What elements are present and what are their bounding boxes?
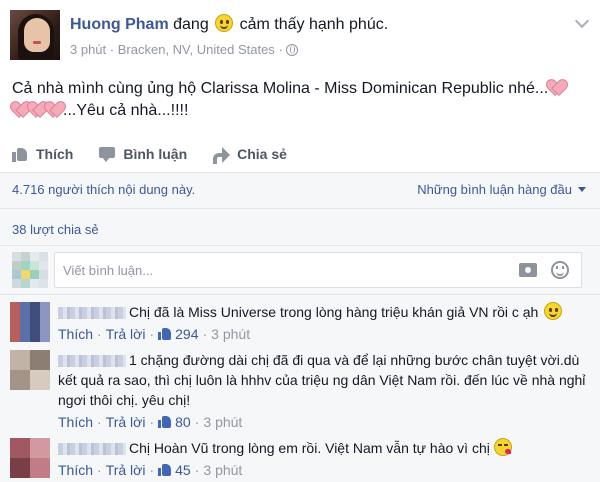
commenter-name[interactable] [58, 307, 126, 320]
thumbs-up-icon [158, 463, 172, 476]
post-text-line2: ...Yêu cả nhà...!!!! [63, 102, 189, 119]
commenter-avatar[interactable] [10, 350, 50, 390]
comment-like-link[interactable]: Thích [58, 462, 93, 478]
comment-time[interactable]: 3 phút [203, 462, 242, 478]
comment-text: Chị đã là Miss Universe trong lòng hàng … [129, 304, 539, 320]
kiss-emoji-icon [493, 438, 512, 456]
viewer-avatar [12, 252, 48, 288]
comment-button[interactable]: Bình luận [99, 140, 187, 168]
divider [0, 294, 600, 295]
comment-like-count[interactable]: 45 [175, 462, 191, 478]
heart-icon [548, 79, 564, 95]
thumbs-up-icon [12, 146, 28, 162]
caret-down-icon [578, 187, 586, 192]
author-avatar[interactable] [10, 10, 60, 60]
post-time[interactable]: 3 phút [70, 42, 106, 57]
comment-input[interactable] [63, 259, 503, 281]
commenter-name[interactable] [58, 443, 126, 456]
commenter-name[interactable] [58, 355, 126, 368]
post-text: Cả nhà mình cùng ủng hộ Clarissa Molina … [12, 78, 588, 122]
divider [0, 208, 600, 209]
author-name[interactable]: Huong Pham [70, 16, 169, 33]
comment-composer[interactable] [54, 252, 582, 288]
heart-icon [29, 101, 45, 117]
comment-time[interactable]: 3 phút [211, 326, 250, 342]
comment-text: 1 chặng đường dài chị đã đi qua và để lạ… [58, 352, 586, 408]
share-button[interactable]: Chia sẻ [213, 140, 287, 168]
thumbs-up-icon [158, 415, 172, 428]
comment-meta: Thích · Trả lời · 45 · 3 phút [58, 462, 243, 478]
likes-count[interactable]: 4.716 người thích nội dung này. [12, 182, 195, 197]
comment-meta: Thích · Trả lời · 294 · 3 phút [58, 326, 251, 342]
comment-reply-link[interactable]: Trả lời [106, 326, 146, 342]
comment-like-count[interactable]: 80 [175, 414, 191, 430]
comment-meta: Thích · Trả lời · 80 · 3 phút [58, 414, 243, 430]
post-text-line1: Cả nhà mình cùng ủng hộ Clarissa Molina … [12, 80, 549, 97]
like-button[interactable]: Thích [12, 140, 73, 168]
smile-emoji-icon [544, 302, 563, 320]
shares-count[interactable]: 38 lượt chia sẻ [12, 222, 99, 237]
comment-label: Bình luận [123, 146, 188, 162]
feeling-prefix: đang [173, 16, 209, 33]
post-location[interactable]: Bracken, NV, United States [118, 42, 275, 57]
meta-separator: · [109, 42, 115, 57]
comment-reply-link[interactable]: Trả lời [106, 414, 146, 430]
chevron-down-icon[interactable] [574, 16, 588, 30]
heart-icon [12, 101, 28, 117]
comment-like-link[interactable]: Thích [58, 326, 93, 342]
post-header: Huong Pham đang cảm thấy hạnh phúc. 3 ph… [10, 10, 590, 60]
emoji-picker-icon[interactable] [551, 261, 569, 279]
sort-label: Những bình luận hàng đầu [417, 182, 572, 197]
thumbs-up-icon [158, 327, 172, 340]
comment-like-count[interactable]: 294 [175, 326, 198, 342]
divider [0, 245, 600, 246]
globe-icon[interactable] [286, 44, 299, 56]
divider [0, 172, 600, 173]
share-label: Chia sẻ [237, 146, 287, 162]
comment-body: 1 chặng đường dài chị đã đi qua và để lạ… [58, 350, 588, 432]
comment-body: Chị đã là Miss Universe trong lòng hàng … [58, 302, 588, 344]
facebook-post: Huong Pham đang cảm thấy hạnh phúc. 3 ph… [0, 0, 600, 482]
heart-icon [46, 101, 62, 117]
comment-like-link[interactable]: Thích [58, 414, 93, 430]
feeling-text: cảm thấy hạnh phúc. [239, 16, 389, 33]
post-actions: Thích Bình luận Chia sẻ [12, 140, 313, 168]
smile-emoji-icon [215, 14, 234, 32]
meta-separator-2: · [278, 42, 283, 57]
like-label: Thích [36, 146, 74, 162]
comment-sort-dropdown[interactable]: Những bình luận hàng đầu [417, 182, 586, 197]
comment-time[interactable]: 3 phút [203, 414, 242, 430]
comment-reply-link[interactable]: Trả lời [106, 462, 146, 478]
comment-body: Chị Hoàn Vũ trong lòng em rồi. Việt Nam … [58, 438, 588, 480]
commenter-avatar[interactable] [10, 302, 50, 342]
post-meta: 3 phút · Bracken, NV, United States · [70, 42, 299, 57]
commenter-avatar[interactable] [10, 438, 50, 478]
share-icon [213, 146, 231, 164]
comment-text: Chị Hoàn Vũ trong lòng em rồi. Việt Nam … [129, 440, 490, 456]
author-line: Huong Pham đang cảm thấy hạnh phúc. [70, 14, 388, 35]
camera-icon[interactable] [519, 263, 537, 277]
comment-icon [99, 146, 116, 162]
